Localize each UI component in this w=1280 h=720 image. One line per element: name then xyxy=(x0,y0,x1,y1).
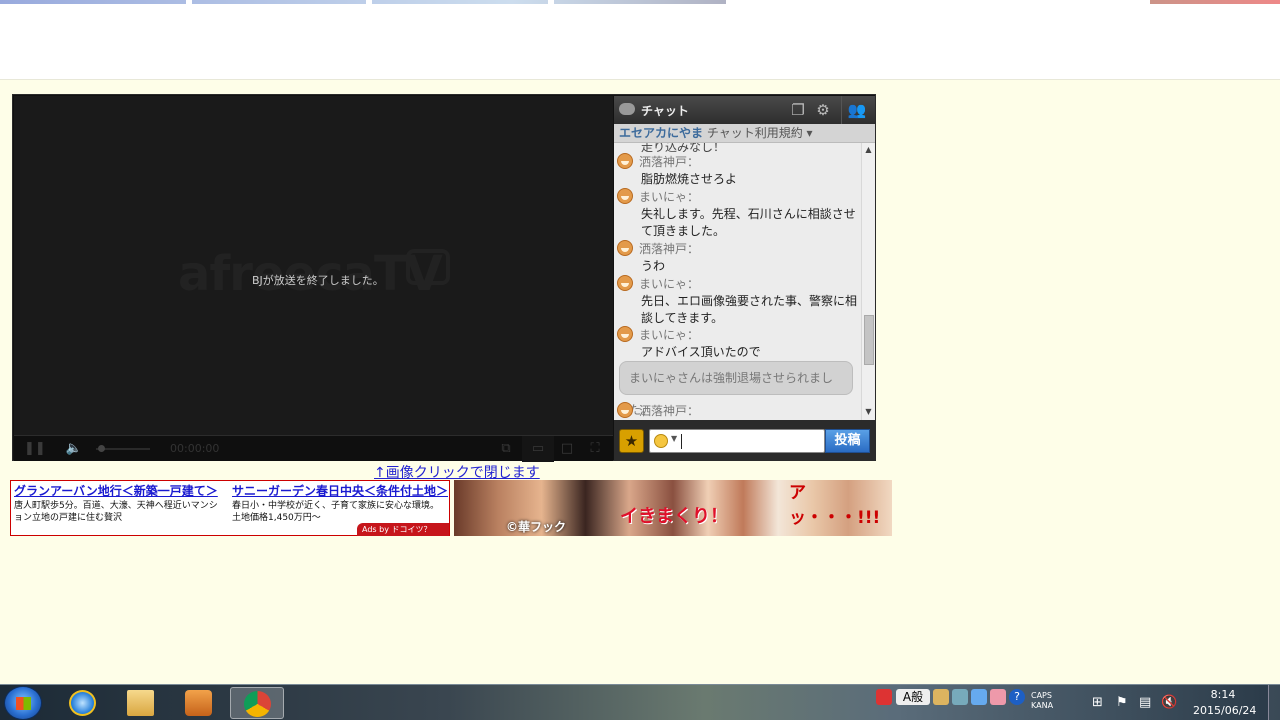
fullscreen-icon[interactable]: ⛶ xyxy=(584,436,606,462)
banner-shout: イきまくり！ xyxy=(620,506,728,527)
chat-nick[interactable]: まいにゃ： xyxy=(639,188,699,205)
chat-nick[interactable]: まいにゃ： xyxy=(639,275,699,292)
scroll-thumb[interactable] xyxy=(864,315,874,365)
users-icon[interactable]: 👥 xyxy=(847,100,867,120)
avatar-icon xyxy=(617,275,633,291)
ime-tool-icon[interactable] xyxy=(952,689,968,705)
media-player-icon xyxy=(185,690,212,716)
scroll-down-icon[interactable]: ▼ xyxy=(862,407,875,419)
avatar-icon xyxy=(617,402,633,418)
scroll-up-icon[interactable]: ▲ xyxy=(862,145,875,157)
chat-text: 談してきます。 xyxy=(641,311,724,325)
clock-date: 2015/06/24 xyxy=(1193,704,1257,717)
manga-banner-ad[interactable]: ©華フック イきまくり！ アッ・・・!!! xyxy=(454,480,892,536)
popout-icon[interactable]: ⧉ xyxy=(496,436,516,462)
emoticon-icon[interactable] xyxy=(654,434,668,448)
chat-message-list[interactable]: 走り込みなし！ 洒落神戸： 脂肪燃焼させろよ まいにゃ： 失礼します。先程、石川… xyxy=(614,143,861,420)
tab-gap xyxy=(366,0,372,4)
chat-header: チャット ❐ ⚙ 👥 xyxy=(614,96,875,124)
ime-tool-icon[interactable] xyxy=(933,689,949,705)
chat-input[interactable]: ▼ xyxy=(649,429,825,453)
popout-chat-icon[interactable]: ❐ xyxy=(788,100,808,120)
chat-scrollbar[interactable]: ▲ ▼ xyxy=(861,143,875,420)
theater-icon[interactable]: ▭ xyxy=(522,436,554,462)
chat-text: うわ xyxy=(641,259,666,273)
post-button[interactable]: 投稿 xyxy=(825,429,870,453)
banner-credit: ©華フック xyxy=(506,520,567,534)
text-caret xyxy=(681,434,682,449)
flag-icon[interactable]: ⚑ xyxy=(1116,695,1132,711)
divider xyxy=(841,96,842,124)
start-button[interactable] xyxy=(4,686,42,720)
volume-muted-icon[interactable]: 🔇 xyxy=(1161,695,1177,711)
volume-icon[interactable]: 🔈 xyxy=(64,436,84,462)
tab-gap xyxy=(186,0,192,4)
ads-by-badge[interactable]: Ads by ドコイツ？ xyxy=(357,523,449,536)
folder-icon xyxy=(127,690,154,716)
ad-title[interactable]: グランアーバン地行＜新築一戸建て＞ xyxy=(14,482,218,499)
pause-icon[interactable]: ❚❚ xyxy=(24,436,46,462)
ime-indicator[interactable]: A般 xyxy=(896,689,930,705)
banner-top-text: アッ・・・!!! xyxy=(789,483,881,528)
chat-text: 先日、エロ画像強要された事、警察に相 xyxy=(641,294,858,308)
chat-panel: チャット ❐ ⚙ 👥 エセアカにやま チャット利用規約 ▾ 走り込みなし！ 洒落… xyxy=(614,96,875,461)
ie-icon xyxy=(69,690,96,716)
clock-time: 8:14 xyxy=(1210,688,1236,701)
chat-bubble-icon xyxy=(619,103,635,115)
avatar-icon xyxy=(617,188,633,204)
ad-description: 唐人町駅歩5分。百道、大濠、天神へ程近いマンション立地の戸建に住む贅沢 xyxy=(14,501,218,523)
avatar-icon xyxy=(617,153,633,169)
video-area[interactable]: afreecaTV BJが放送を終了しました。 xyxy=(14,96,613,435)
taskbar-chrome[interactable] xyxy=(230,687,284,719)
broadcast-ended-message: BJが放送を終了しました。 xyxy=(252,274,384,287)
playback-time: 00:00:00 xyxy=(170,442,220,455)
chevron-down-icon[interactable]: ▼ xyxy=(671,434,677,443)
gear-icon[interactable]: ⚙ xyxy=(813,100,833,120)
taskbar-clock[interactable]: 8:14 2015/06/24 xyxy=(1193,687,1257,719)
close-image-link[interactable]: ↑画像クリックで閉じます xyxy=(374,462,540,482)
chat-text: 脂肪燃焼させろよ xyxy=(641,172,738,186)
tab-gap xyxy=(548,0,554,4)
player-controls: ❚❚ 🔈 00:00:00 ⧉ ▭ □ ⛶ xyxy=(14,435,613,462)
system-message: まいにゃさんは強制退場させられました。 xyxy=(619,361,853,417)
ime-tool-icon[interactable] xyxy=(971,689,987,705)
taskbar-ie[interactable] xyxy=(56,687,110,719)
avatar-icon xyxy=(617,326,633,342)
chat-text: て頂きました。 xyxy=(641,224,726,238)
windows-taskbar: A般 ? CAPS KANA ⊞ ⚑ ▤ 🔇 8:14 2015/06/24 xyxy=(0,684,1280,720)
chat-text: アドバイス頂いたので xyxy=(641,345,761,359)
chat-subheader: エセアカにやま チャット利用規約 ▾ xyxy=(614,124,875,143)
show-desktop-button[interactable] xyxy=(1268,685,1280,720)
ime-tool-icon[interactable] xyxy=(990,689,1006,705)
broadcast-player: afreecaTV BJが放送を終了しました。 ❚❚ 🔈 00:00:00 ⧉ … xyxy=(12,94,876,462)
ad-title[interactable]: サニーガーデン春日中央＜条件付土地＞ xyxy=(232,482,448,499)
ad-description: 春日小・中学校が近く、子育て家族に安心な環境。土地価格1,450万円～ xyxy=(232,501,440,523)
text-ad-box: グランアーバン地行＜新築一戸建て＞ 唐人町駅歩5分。百道、大濠、天神へ程近いマン… xyxy=(10,480,450,536)
wide-icon[interactable]: □ xyxy=(556,436,578,462)
channel-name[interactable]: エセアカにやま xyxy=(619,126,703,140)
chat-nick[interactable]: 洒落神戸： xyxy=(639,240,699,257)
caps-indicator: CAPS xyxy=(1031,691,1052,700)
kana-indicator: KANA xyxy=(1031,701,1054,710)
chat-text: 失礼します。先程、石川さんに相談させ xyxy=(641,207,856,221)
chat-terms-link[interactable]: チャット利用規約 ▾ xyxy=(707,126,813,140)
chat-nick[interactable]: 洒落神戸： xyxy=(639,153,699,170)
chat-nick[interactable]: 洒落神戸： xyxy=(639,402,699,419)
avatar-icon xyxy=(617,240,633,256)
volume-knob[interactable] xyxy=(98,445,105,452)
tab-gap xyxy=(726,0,1150,4)
star-icon[interactable]: ★ xyxy=(619,429,644,453)
antivirus-icon[interactable] xyxy=(876,689,892,705)
taskbar-explorer[interactable] xyxy=(114,687,168,719)
windows-icon[interactable]: ⊞ xyxy=(1092,695,1108,711)
chat-nick[interactable]: まいにゃ： xyxy=(639,326,699,343)
network-icon[interactable]: ▤ xyxy=(1139,695,1155,711)
taskbar-media[interactable] xyxy=(172,687,226,719)
browser-top-area xyxy=(0,0,1280,80)
chat-input-bar: ★ ▼ 投稿 xyxy=(614,420,875,461)
tv-logo-icon xyxy=(406,249,450,285)
help-icon[interactable]: ? xyxy=(1009,689,1025,705)
chat-title: チャット xyxy=(641,104,689,118)
chrome-icon xyxy=(244,691,271,717)
